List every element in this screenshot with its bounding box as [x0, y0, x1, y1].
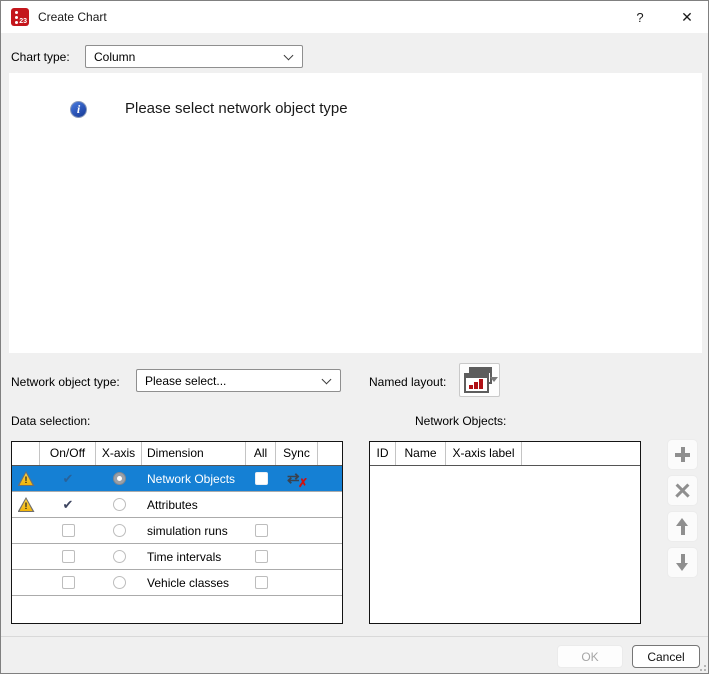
- all-checkbox[interactable]: [255, 550, 268, 563]
- network-objects-table: ID Name X-axis label: [369, 441, 641, 624]
- all-checkbox[interactable]: [255, 524, 268, 537]
- network-object-type-combobox[interactable]: Please select...: [136, 369, 341, 392]
- named-layout-button[interactable]: [459, 363, 500, 397]
- col-sync: Sync: [276, 442, 318, 465]
- x-axis-radio[interactable]: [113, 472, 126, 485]
- title-bar: 23 Create Chart ? ✕: [1, 1, 708, 33]
- preview-panel: i Please select network object type: [9, 73, 702, 353]
- chart-type-label: Chart type:: [11, 50, 70, 64]
- dropdown-arrow-icon: [490, 377, 498, 382]
- network-objects-label: Network Objects:: [415, 414, 506, 428]
- delete-button[interactable]: [667, 475, 698, 506]
- create-chart-dialog: 23 Create Chart ? ✕ Chart type: Column i…: [0, 0, 709, 674]
- info-message: Please select network object type: [125, 100, 348, 117]
- col-on-off: On/Off: [40, 442, 96, 465]
- network-object-type-value: Please select...: [145, 374, 226, 388]
- resize-grip[interactable]: [696, 661, 706, 671]
- table-row-network-objects[interactable]: ✔ Network Objects ⇄ ✗: [12, 466, 342, 492]
- x-axis-radio[interactable]: [113, 498, 126, 511]
- on-off-checkbox[interactable]: [62, 550, 75, 563]
- table-row-attributes[interactable]: ✔ Attributes: [12, 492, 342, 518]
- on-off-checkbox[interactable]: [62, 524, 75, 537]
- dimension-label: Network Objects: [142, 466, 246, 491]
- named-layout-label: Named layout:: [369, 375, 446, 389]
- x-axis-radio[interactable]: [113, 550, 126, 563]
- table-row-time-intervals[interactable]: Time intervals: [12, 544, 342, 570]
- help-button[interactable]: ?: [617, 1, 663, 33]
- warning-icon: [18, 497, 35, 512]
- network-object-type-label: Network object type:: [11, 375, 120, 389]
- col-all: All: [246, 442, 276, 465]
- col-empty: [522, 442, 640, 465]
- footer-divider: [1, 636, 709, 637]
- chevron-down-icon: [322, 374, 332, 384]
- chart-type-value: Column: [94, 50, 135, 64]
- on-off-checkmark[interactable]: ✔: [63, 498, 74, 511]
- add-button[interactable]: [667, 439, 698, 470]
- col-icon: [12, 442, 40, 465]
- table-row-vehicle-classes[interactable]: Vehicle classes: [12, 570, 342, 596]
- col-extra: [318, 442, 342, 465]
- x-axis-radio[interactable]: [113, 524, 126, 537]
- move-up-button[interactable]: [667, 511, 698, 542]
- network-objects-header: ID Name X-axis label: [370, 442, 640, 466]
- close-icon[interactable]: ✕: [664, 1, 709, 33]
- chevron-down-icon: [284, 50, 294, 60]
- col-id: ID: [370, 442, 396, 465]
- cancel-button[interactable]: Cancel: [632, 645, 700, 668]
- table-row-simulation-runs[interactable]: simulation runs: [12, 518, 342, 544]
- info-icon: i: [70, 101, 87, 118]
- move-down-button[interactable]: [667, 547, 698, 578]
- sync-disabled-icon[interactable]: ⇄ ✗: [286, 470, 308, 487]
- data-selection-label: Data selection:: [11, 414, 90, 428]
- col-name: Name: [396, 442, 446, 465]
- ok-button[interactable]: OK: [557, 645, 623, 668]
- data-selection-header: On/Off X-axis Dimension All Sync: [12, 442, 342, 466]
- chart-window-icon: [464, 373, 489, 393]
- col-x-axis-label: X-axis label: [446, 442, 522, 465]
- warning-icon: [18, 471, 35, 486]
- app-icon: 23: [11, 8, 29, 26]
- dimension-label: simulation runs: [142, 518, 246, 543]
- col-x-axis: X-axis: [96, 442, 142, 465]
- dimension-label: Attributes: [142, 492, 246, 517]
- on-off-checkbox[interactable]: [62, 576, 75, 589]
- all-checkbox[interactable]: [255, 576, 268, 589]
- window-title: Create Chart: [38, 10, 107, 24]
- x-axis-radio[interactable]: [113, 576, 126, 589]
- col-dimension: Dimension: [142, 442, 246, 465]
- on-off-checkmark[interactable]: ✔: [63, 472, 74, 485]
- dimension-label: Time intervals: [142, 544, 246, 569]
- all-checkbox[interactable]: [255, 472, 268, 485]
- dimension-label: Vehicle classes: [142, 570, 246, 595]
- chart-type-combobox[interactable]: Column: [85, 45, 303, 68]
- app-icon-number: 23: [19, 18, 27, 25]
- data-selection-table: On/Off X-axis Dimension All Sync ✔ Netwo…: [11, 441, 343, 624]
